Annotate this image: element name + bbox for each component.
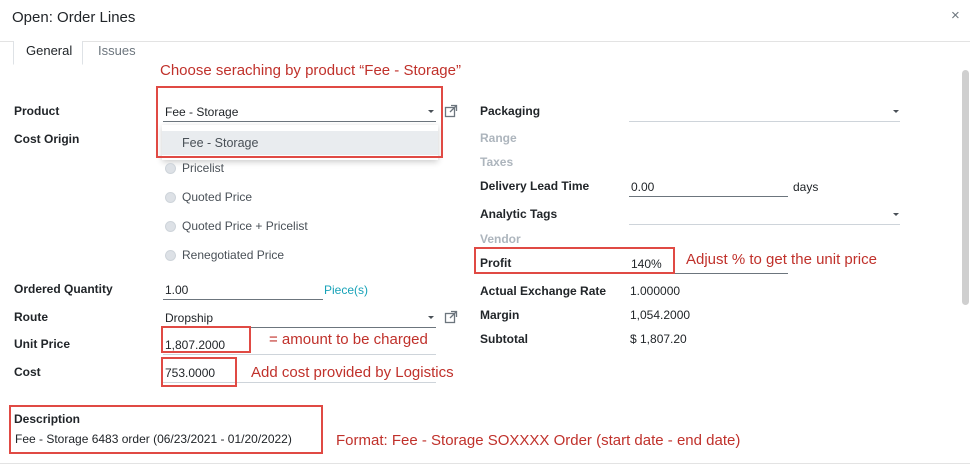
lead-time-underline [629,196,788,197]
lead-time-label: Delivery Lead Time [480,179,590,193]
unit-price-label: Unit Price [14,337,71,351]
packaging-input[interactable] [629,121,900,122]
exchange-rate-value: 1.000000 [630,284,681,298]
range-label: Range [480,131,517,145]
close-icon[interactable]: × [951,7,960,24]
radio-quoted-price[interactable] [165,192,176,203]
lead-time-unit: days [793,180,819,194]
radio-pricelist-label: Pricelist [182,161,225,175]
footer-divider [0,463,970,464]
analytic-tags-label: Analytic Tags [480,207,558,221]
unit-price-underline [163,354,436,355]
tab-issues[interactable]: Issues [86,41,148,65]
chevron-down-icon[interactable] [893,110,899,113]
annotation-box-unit-price [161,326,251,353]
radio-quoted-price-label: Quoted Price [182,190,253,204]
radio-renegotiated-price[interactable] [165,250,176,261]
route-label: Route [14,310,48,324]
external-link-icon[interactable] [444,104,458,118]
subtotal-value: $ 1,807.20 [630,332,687,346]
cost-label: Cost [14,365,41,379]
radio-quoted-pricelist[interactable] [165,221,176,232]
margin-label: Margin [480,308,520,322]
uom-link[interactable]: Piece(s) [324,283,368,297]
taxes-label: Taxes [480,155,514,169]
chevron-down-icon[interactable] [893,213,899,216]
route-input[interactable]: Dropship [165,311,213,325]
annotation-box-profit [474,247,675,274]
external-link-icon[interactable] [444,310,458,324]
analytic-tags-input[interactable] [629,224,900,225]
ordered-qty-underline [163,299,323,300]
lead-time-input[interactable]: 0.00 [631,180,654,194]
packaging-label: Packaging [480,104,541,118]
annotation-box-product [156,86,443,158]
exchange-rate-label: Actual Exchange Rate [480,284,607,298]
tab-general[interactable]: General [13,41,83,65]
dialog-title: Open: Order Lines [12,9,136,26]
annotation-cost: Add cost provided by Logistics [251,364,454,381]
annotation-profit: Adjust % to get the unit price [686,251,877,268]
product-label: Product [14,104,60,118]
radio-quoted-pricelist-label: Quoted Price + Pricelist [182,219,308,233]
cost-origin-label: Cost Origin [14,132,80,146]
annotation-box-cost [161,357,237,387]
chevron-down-icon[interactable] [428,316,434,319]
ordered-qty-input[interactable]: 1.00 [165,283,188,297]
ordered-qty-label: Ordered Quantity [14,282,113,296]
annotation-box-description [9,405,323,454]
annotation-description: Format: Fee - Storage SOXXXX Order (star… [336,432,741,449]
scrollbar[interactable] [962,70,969,305]
annotation-search: Choose seraching by product “Fee - Stora… [160,62,461,79]
vendor-label: Vendor [480,232,521,246]
annotation-unit-price: = amount to be charged [269,331,428,348]
radio-renegotiated-price-label: Renegotiated Price [182,248,285,262]
margin-value: 1,054.2000 [630,308,691,322]
radio-pricelist[interactable] [165,163,176,174]
subtotal-label: Subtotal [480,332,528,346]
